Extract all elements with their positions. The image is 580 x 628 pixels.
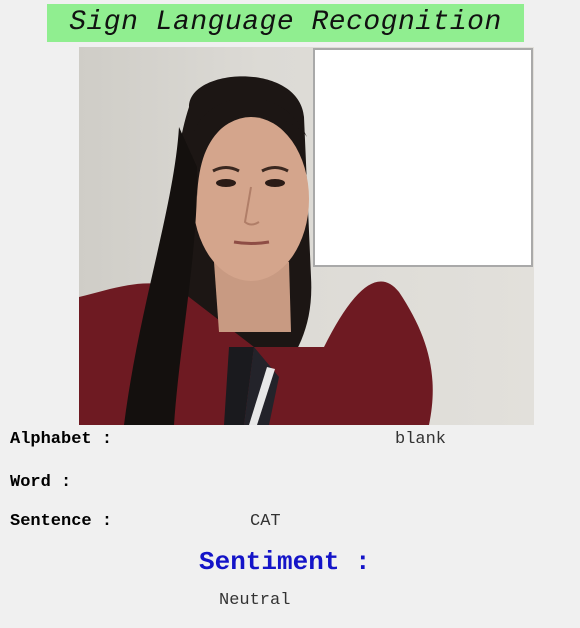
- sentence-value: CAT: [250, 512, 281, 531]
- camera-feed: [79, 47, 534, 425]
- sentiment-label: Sentiment :: [199, 547, 371, 577]
- app-title: Sign Language Recognition: [47, 4, 524, 42]
- alphabet-label: Alphabet :: [10, 430, 113, 449]
- sentence-label: Sentence :: [10, 512, 113, 531]
- word-label: Word :: [10, 473, 72, 492]
- alphabet-value: blank: [395, 430, 447, 449]
- sentiment-value: Neutral: [219, 591, 291, 610]
- roi-capture-box: [313, 48, 533, 267]
